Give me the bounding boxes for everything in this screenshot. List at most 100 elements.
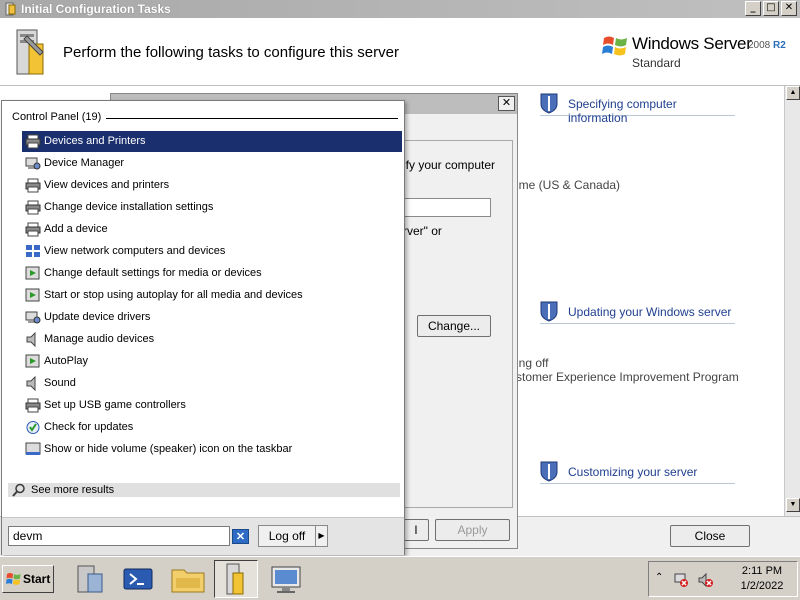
search-result-item[interactable]: View network computers and devices xyxy=(22,241,402,262)
see-more-results[interactable]: See more results xyxy=(8,483,400,497)
search-result-item[interactable]: Check for updates xyxy=(22,417,402,438)
taskbar-icon xyxy=(25,442,41,457)
shield-icon xyxy=(540,93,558,114)
search-result-item[interactable]: Sound xyxy=(22,373,402,394)
start-search-input[interactable]: devm xyxy=(8,526,230,546)
volume-icon[interactable] xyxy=(697,572,713,588)
network-icon[interactable] xyxy=(673,572,689,588)
page-title: Perform the following tasks to configure… xyxy=(63,44,399,61)
search-result-label: Start or stop using autoplay for all med… xyxy=(44,289,303,301)
vertical-scrollbar[interactable]: ▲ ▼ xyxy=(784,86,800,516)
show-hidden-icons-button[interactable]: ⌃ xyxy=(655,572,663,583)
printer-icon xyxy=(25,178,41,193)
see-more-label: See more results xyxy=(31,484,115,496)
dialog-description-text: ify your computer xyxy=(403,158,496,172)
time-zone-text: ime (US & Canada) xyxy=(516,178,621,192)
maximize-button[interactable]: □ xyxy=(763,1,779,16)
windows-flag-icon xyxy=(6,573,21,585)
section-title[interactable]: Specifying computer information xyxy=(568,97,735,125)
start-menu: Control Panel (19) Devices and Printers D… xyxy=(1,100,405,555)
search-icon xyxy=(12,483,25,497)
device-manager-icon xyxy=(25,156,41,171)
search-result-label: Show or hide volume (speaker) icon on th… xyxy=(44,443,293,455)
cancel-button[interactable]: l xyxy=(403,519,429,541)
device-manager-icon xyxy=(25,310,41,325)
search-group-header: Control Panel (19) xyxy=(12,111,102,123)
group-divider xyxy=(106,118,398,119)
powershell-icon[interactable] xyxy=(116,560,160,598)
window-title-bar[interactable]: Initial Configuration Tasks _ □ ✕ xyxy=(0,0,800,18)
clear-search-button[interactable]: ✕ xyxy=(232,529,249,544)
search-result-label: Change device installation settings xyxy=(44,201,214,213)
search-result-label: Change default settings for media or dev… xyxy=(44,267,262,279)
clock-date: 1/2/2022 xyxy=(740,580,784,592)
windows-update-icon xyxy=(25,420,41,435)
printer-icon xyxy=(25,200,41,215)
taskbar: Start ⌃ 2:11 PM 1/2/2022 xyxy=(0,556,800,600)
start-button[interactable]: Start xyxy=(2,565,54,593)
dialog-example-text: rver" or xyxy=(403,224,442,238)
section-computer-information[interactable]: Specifying computer information xyxy=(540,92,735,125)
search-result-label: View devices and printers xyxy=(44,179,170,191)
search-result-item[interactable]: Update device drivers xyxy=(22,307,402,328)
dialog-close-button[interactable]: ✕ xyxy=(498,96,515,111)
search-result-item[interactable]: Devices and Printers xyxy=(22,131,402,152)
search-result-item[interactable]: Manage audio devices xyxy=(22,329,402,350)
autoplay-icon xyxy=(25,266,41,281)
autoplay-icon xyxy=(25,354,41,369)
printer-icon xyxy=(25,134,41,149)
computer-description-input[interactable] xyxy=(403,198,491,217)
server-tasks-icon xyxy=(16,29,44,75)
search-result-label: View network computers and devices xyxy=(44,245,226,257)
apply-button[interactable]: Apply xyxy=(435,519,510,541)
section-customizing-server[interactable]: Customizing your server xyxy=(540,460,735,484)
change-button[interactable]: Change... xyxy=(417,315,491,337)
search-result-label: Device Manager xyxy=(44,157,125,169)
speaker-icon xyxy=(25,331,41,348)
start-label: Start xyxy=(23,572,51,586)
search-result-label: Devices and Printers xyxy=(44,135,146,147)
search-result-label: Sound xyxy=(44,377,76,389)
section-title[interactable]: Updating your Windows server xyxy=(568,305,731,319)
search-result-label: Check for updates xyxy=(44,421,134,433)
search-result-item[interactable]: Add a device xyxy=(22,219,402,240)
taskbar-clock[interactable]: 2:11 PM 1/2/2022 xyxy=(727,564,797,594)
search-result-label: AutoPlay xyxy=(44,355,89,367)
windows-flag-icon xyxy=(602,36,627,56)
search-result-label: Manage audio devices xyxy=(44,333,155,345)
shutdown-options-arrow[interactable]: ▶ xyxy=(315,525,328,547)
logo-version: 2008 xyxy=(748,40,771,51)
search-result-item[interactable]: Change device installation settings xyxy=(22,197,402,218)
minimize-button[interactable]: _ xyxy=(745,1,761,16)
network-icon xyxy=(25,244,41,259)
server-manager-icon[interactable] xyxy=(66,560,110,598)
log-off-button[interactable]: Log off xyxy=(258,525,316,547)
close-button[interactable]: Close xyxy=(670,525,750,547)
shield-icon xyxy=(540,301,558,322)
window-title: Initial Configuration Tasks xyxy=(21,2,171,16)
initial-config-icon[interactable] xyxy=(214,560,258,598)
search-result-item[interactable]: Set up USB game controllers xyxy=(22,395,402,416)
scroll-up-arrow[interactable]: ▲ xyxy=(786,86,800,100)
search-result-item[interactable]: AutoPlay xyxy=(22,351,402,372)
speaker-icon xyxy=(25,375,41,392)
section-title[interactable]: Customizing your server xyxy=(568,465,697,479)
search-result-label: Update device drivers xyxy=(44,311,151,323)
search-result-item[interactable]: Change default settings for media or dev… xyxy=(22,263,402,284)
search-result-item[interactable]: Start or stop using autoplay for all med… xyxy=(22,285,402,306)
header-banner: Perform the following tasks to configure… xyxy=(0,18,800,86)
logo-product-name: Windows Server xyxy=(632,34,752,53)
autoplay-icon xyxy=(25,288,41,303)
section-updating-server[interactable]: Updating your Windows server xyxy=(540,300,735,324)
notification-area: ⌃ 2:11 PM 1/2/2022 xyxy=(648,561,798,597)
server-config-icon xyxy=(5,2,16,16)
remote-desktop-icon[interactable] xyxy=(264,560,308,598)
search-result-item[interactable]: Show or hide volume (speaker) icon on th… xyxy=(22,439,402,460)
search-result-item[interactable]: Device Manager xyxy=(22,153,402,174)
search-result-label: Set up USB game controllers xyxy=(44,399,186,411)
close-window-button[interactable]: ✕ xyxy=(781,1,797,16)
scroll-down-arrow[interactable]: ▼ xyxy=(786,498,800,512)
logo-r2: R2 xyxy=(773,40,786,51)
search-result-item[interactable]: View devices and printers xyxy=(22,175,402,196)
explorer-icon[interactable] xyxy=(166,560,210,598)
